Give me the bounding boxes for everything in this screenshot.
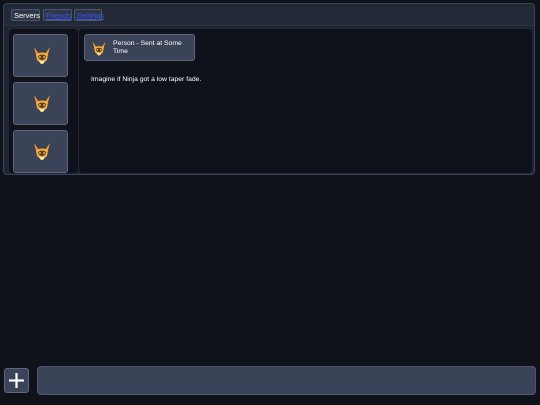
- chat-panel: Person - Sent at Some Time Imagine if Ni…: [79, 29, 532, 173]
- tab-friends[interactable]: Friends: [43, 9, 72, 21]
- server-item-2[interactable]: [13, 82, 68, 125]
- fox-avatar-icon: [32, 46, 52, 66]
- message-header: Person - Sent at Some Time: [84, 34, 195, 61]
- message-input[interactable]: [37, 366, 536, 395]
- app-window: Servers Friends Settings Person - Sent a…: [3, 3, 535, 175]
- tab-settings[interactable]: Settings: [74, 9, 104, 21]
- tab-bar: Servers Friends Settings: [4, 4, 534, 26]
- fox-avatar-icon: [91, 41, 107, 57]
- add-button[interactable]: [4, 368, 29, 393]
- message-author: Person - Sent at Some Time: [113, 40, 182, 55]
- plus-icon: [9, 373, 24, 388]
- server-list: [9, 29, 78, 173]
- message-text: Imagine if Ninja got a low taper fade.: [91, 76, 202, 83]
- server-item-1[interactable]: [13, 34, 68, 77]
- tab-servers[interactable]: Servers: [11, 9, 40, 21]
- server-item-3[interactable]: [13, 130, 68, 173]
- fox-avatar-icon: [32, 142, 52, 162]
- fox-avatar-icon: [32, 94, 52, 114]
